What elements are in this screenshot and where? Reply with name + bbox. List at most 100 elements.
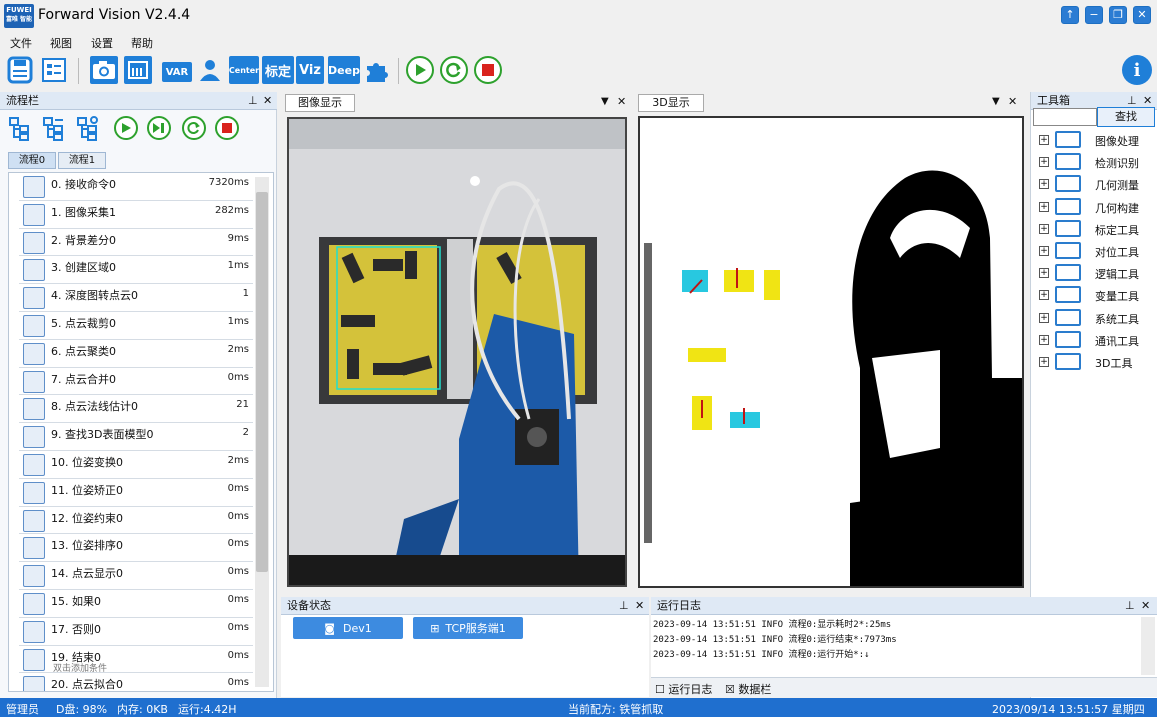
module-icon [23, 565, 45, 588]
tool-category[interactable]: + 标定工具 [1039, 219, 1157, 239]
pin-icon[interactable]: ⊥ [248, 92, 258, 110]
about-button[interactable]: i [1122, 55, 1152, 85]
var-button[interactable]: VAR [162, 62, 192, 82]
maximize-button[interactable]: ❐ [1109, 6, 1127, 24]
flow-item-time: 21 [236, 399, 249, 411]
flow-item[interactable]: 7. 点云合并0 0ms [19, 368, 253, 396]
viz-button[interactable]: Viz [296, 56, 324, 84]
flow-scroll-thumb[interactable] [256, 192, 268, 572]
expand-icon[interactable]: + [1039, 268, 1049, 279]
pin-icon[interactable]: ⊥ [619, 597, 629, 615]
tool-category[interactable]: + 几何测量 [1039, 174, 1157, 194]
tool-category[interactable]: + 几何构建 [1039, 197, 1157, 217]
flow-item[interactable]: 15. 如果0 0ms [19, 590, 253, 618]
user-icon[interactable] [196, 56, 224, 84]
camera-icon[interactable] [90, 56, 118, 84]
flow-item[interactable]: 0. 接收命令0 7320ms [19, 173, 253, 201]
expand-icon[interactable]: + [1039, 201, 1049, 212]
remove-flow-icon[interactable] [40, 114, 68, 142]
tool-category[interactable]: +3D工具 [1039, 352, 1157, 372]
flow-loop-icon[interactable] [180, 114, 208, 142]
flow-item[interactable]: 14. 点云显示0 0ms [19, 562, 253, 590]
close-icon[interactable]: ✕ [1141, 597, 1150, 615]
tab-image-display[interactable]: 图像显示 [285, 94, 355, 112]
flow-item[interactable]: 10. 位姿变换0 2ms [19, 451, 253, 479]
tool-category[interactable]: + 对位工具 [1039, 241, 1157, 261]
device-tcp-server-button[interactable]: ⊞ TCP服务端1 [413, 617, 523, 639]
menu-help[interactable]: 帮助 [131, 35, 153, 51]
expand-icon[interactable]: + [1039, 246, 1049, 256]
flow-item[interactable]: 4. 深度图转点云0 1 [19, 284, 253, 312]
close-button[interactable]: ✕ [1133, 6, 1151, 24]
expand-icon[interactable]: + [1039, 223, 1049, 234]
flow-item[interactable]: 8. 点云法线估计0 21 [19, 395, 253, 424]
close-icon[interactable]: ✕ [635, 597, 644, 615]
image-source-icon[interactable] [124, 56, 152, 84]
flow-settings-icon[interactable] [74, 114, 102, 142]
tool-category[interactable]: + 系统工具 [1039, 308, 1157, 328]
close-icon[interactable]: ✕ [1008, 95, 1017, 108]
tool-search-button[interactable]: 查找 [1097, 107, 1155, 127]
camera-image-view[interactable] [287, 117, 627, 587]
tab-flow0[interactable]: 流程0 [8, 152, 56, 169]
menu-file[interactable]: 文件 [10, 35, 32, 51]
menu-view[interactable]: 视图 [50, 35, 72, 51]
flow-item[interactable]: 5. 点云裁剪0 1ms [19, 312, 253, 340]
point-cloud-view[interactable] [638, 116, 1024, 588]
flow-item[interactable]: 6. 点云聚类0 2ms [19, 340, 253, 368]
tool-category[interactable]: + 变量工具 [1039, 285, 1157, 305]
close-icon[interactable]: ✕ [617, 95, 626, 108]
solution-list-icon[interactable] [40, 56, 68, 84]
menu-settings[interactable]: 设置 [91, 35, 113, 51]
flow-item[interactable]: 1. 图像采集1 282ms [19, 201, 253, 229]
expand-icon[interactable]: + [1039, 179, 1049, 190]
center-button[interactable]: Center [229, 56, 259, 84]
expand-icon[interactable]: + [1039, 157, 1049, 168]
tool-category[interactable]: + 检测识别 [1039, 152, 1157, 172]
save-icon[interactable] [6, 56, 34, 84]
dropdown-icon[interactable]: ▼ [992, 96, 1000, 107]
flow-item[interactable]: 12. 位姿约束0 0ms [19, 507, 253, 535]
flow-item[interactable]: 3. 创建区域0 1ms [19, 256, 253, 285]
tool-category-label: 3D工具 [1095, 357, 1133, 370]
tab-3d-display[interactable]: 3D显示 [638, 94, 704, 112]
flow-item[interactable]: 20. 点云拟合0 0ms [19, 673, 253, 691]
tab-data-bar[interactable]: ☒ 数据栏 [725, 681, 771, 697]
tab-flow1[interactable]: 流程1 [58, 152, 106, 169]
expand-icon[interactable]: + [1039, 357, 1049, 367]
expand-icon[interactable]: + [1039, 334, 1049, 345]
flow-step-icon[interactable] [145, 114, 173, 142]
flow-item[interactable]: 17. 否则0 0ms [19, 618, 253, 646]
calibration-button[interactable]: 标定 [262, 56, 294, 84]
flow-item[interactable]: 2. 背景差分0 9ms [19, 229, 253, 257]
run-loop-icon[interactable] [440, 56, 468, 84]
close-icon[interactable]: ✕ [263, 92, 272, 110]
flow-stop-icon[interactable] [213, 114, 241, 142]
device-dev1-button[interactable]: ◙ Dev1 [293, 617, 403, 639]
deep-button[interactable]: Deep [328, 56, 360, 84]
tool-category[interactable]: + 图像处理 [1039, 130, 1157, 150]
flow-item[interactable]: 13. 位姿排序0 0ms [19, 534, 253, 563]
flow-run-icon[interactable] [112, 114, 140, 142]
dropdown-icon[interactable]: ▼ [601, 96, 609, 107]
add-flow-icon[interactable] [6, 114, 34, 142]
flow-item[interactable]: 9. 查找3D表面模型0 2 [19, 423, 253, 451]
log-scrollbar[interactable] [1141, 617, 1155, 675]
expand-icon[interactable]: + [1039, 135, 1049, 145]
tab-run-log[interactable]: ☐ 运行日志 [655, 681, 712, 697]
pin-icon[interactable]: ⊥ [1125, 597, 1135, 615]
expand-icon[interactable]: + [1039, 312, 1049, 323]
stop-icon[interactable] [474, 56, 502, 84]
minimize-button[interactable]: − [1085, 6, 1103, 24]
module-icon [23, 620, 45, 643]
tool-category-label: 几何测量 [1095, 179, 1139, 193]
pin-top-button[interactable]: ↑ [1061, 6, 1079, 24]
run-once-icon[interactable] [406, 56, 434, 84]
tool-category[interactable]: + 通讯工具 [1039, 330, 1157, 350]
expand-icon[interactable]: + [1039, 290, 1049, 301]
flow-item[interactable]: 19. 结束0 0ms 双击添加条件 [19, 646, 253, 674]
tool-category[interactable]: + 逻辑工具 [1039, 263, 1157, 283]
flow-item[interactable]: 11. 位姿矫正0 0ms [19, 479, 253, 507]
plugin-icon[interactable] [363, 56, 391, 84]
tool-search-input[interactable] [1033, 108, 1097, 126]
